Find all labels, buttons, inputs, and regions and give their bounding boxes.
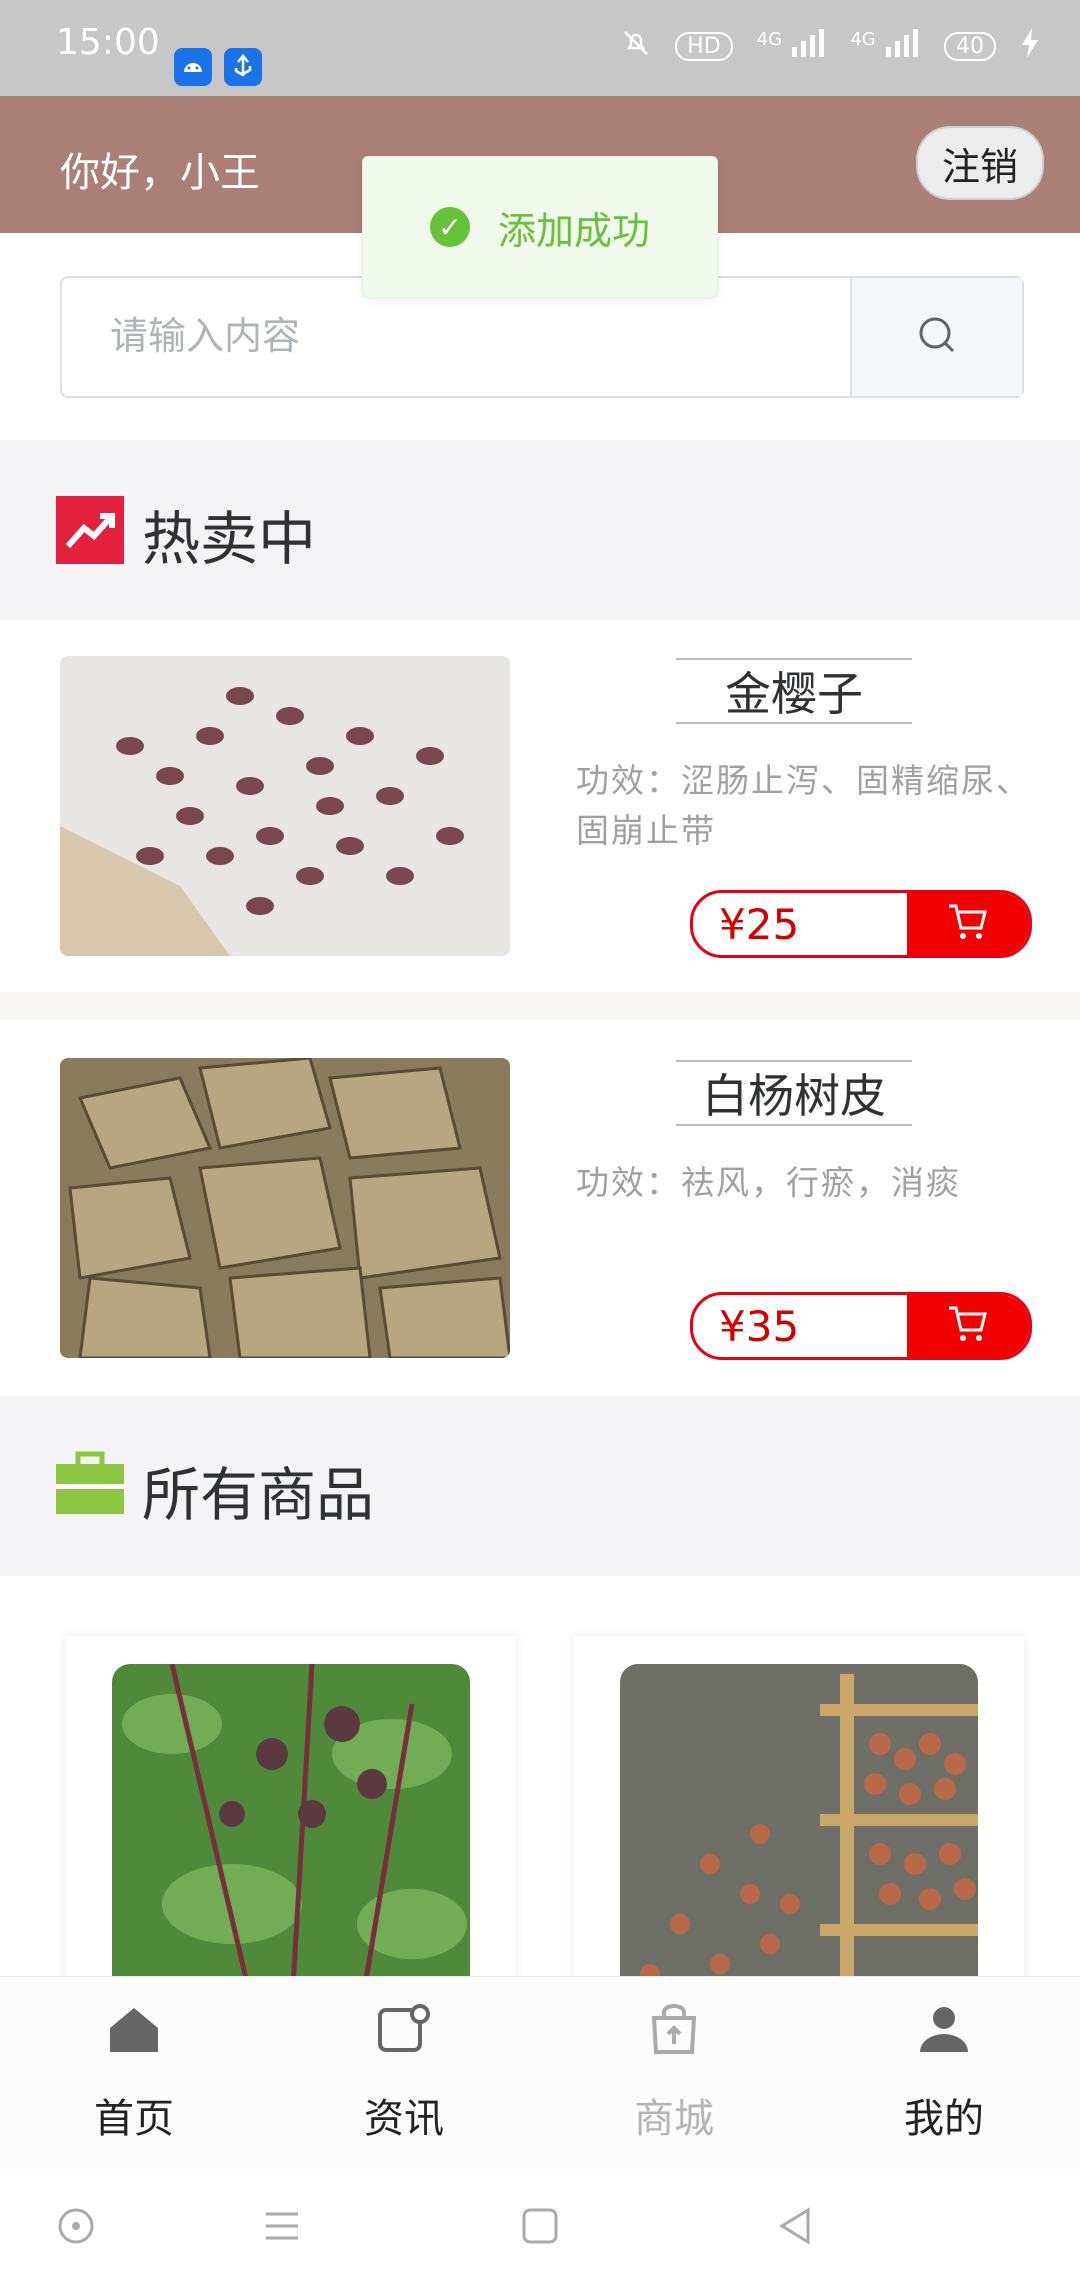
usb-icon: [224, 48, 262, 86]
nav-item-news[interactable]: 资讯: [284, 1990, 524, 2160]
nav-label: 首页: [94, 2096, 174, 2142]
shop-bag-icon: [646, 2004, 702, 2058]
signal-icon-2: 4G: [850, 29, 920, 64]
battery-indicator: 40: [944, 32, 996, 61]
check-circle-icon: ✓: [429, 207, 470, 247]
nav-item-home[interactable]: 首页: [14, 1990, 254, 2160]
success-toast: ✓ 添加成功: [362, 156, 718, 298]
product-image[interactable]: [60, 1058, 510, 1358]
product-description: 功效：涩肠止泻、固精缩尿、固崩止带: [576, 761, 1031, 850]
nav-label: 我的: [904, 2096, 984, 2142]
product-price: ¥35: [719, 1301, 800, 1351]
charging-icon: [1020, 28, 1040, 65]
nav-label: 资讯: [364, 2096, 444, 2142]
add-to-cart-button[interactable]: [907, 893, 1029, 955]
home-icon: [106, 2004, 162, 2058]
nav-item-me[interactable]: 我的: [824, 1990, 1064, 2160]
all-products-title: 所有商品: [142, 1461, 375, 1529]
status-icons: HD 4G 4G 40: [621, 28, 1040, 65]
product-description: 功效：祛风，行瘀，消痰: [576, 1163, 961, 1202]
cart-icon: [947, 902, 989, 946]
menu-button[interactable]: [252, 2196, 312, 2256]
assistant-button[interactable]: [46, 2196, 106, 2256]
logout-button[interactable]: 注销: [916, 126, 1044, 200]
android-icon: [174, 48, 212, 86]
network-type-1: 4G: [756, 29, 783, 50]
product-image[interactable]: [112, 1664, 470, 2004]
product-card[interactable]: [66, 1636, 516, 2006]
price-cart-group: ¥25: [690, 890, 1032, 958]
signal-icon-1: 4G: [757, 29, 827, 64]
greeting-text: 你好，小王: [60, 150, 260, 196]
trending-up-icon: [56, 496, 124, 564]
mute-icon: [621, 28, 651, 65]
network-type-2: 4G: [850, 29, 876, 50]
home-button[interactable]: [510, 2196, 570, 2256]
news-icon: [376, 2004, 432, 2058]
add-to-cart-button[interactable]: [907, 1295, 1029, 1357]
toast-message: 添加成功: [497, 208, 650, 253]
product-price: ¥25: [719, 899, 800, 949]
status-time: 15:00: [56, 22, 160, 63]
nav-item-shop[interactable]: 商城: [554, 1990, 794, 2160]
cart-icon: [947, 1304, 989, 1348]
product-card[interactable]: [574, 1636, 1024, 2006]
price-cart-group: ¥35: [690, 1292, 1032, 1360]
search-button[interactable]: [850, 278, 1022, 396]
row-divider: [0, 992, 1080, 1020]
user-icon: [916, 2004, 972, 2058]
search-icon: [915, 313, 959, 361]
back-button[interactable]: [766, 2196, 826, 2256]
product-image[interactable]: [60, 656, 510, 956]
briefcase-icon: [56, 1450, 124, 1518]
product-name: 白杨树皮: [676, 1060, 912, 1126]
product-image[interactable]: [620, 1664, 978, 2004]
nav-label: 商城: [634, 2096, 714, 2142]
hot-section-title: 热卖中: [142, 505, 317, 573]
hd-icon: HD: [675, 32, 733, 61]
product-name: 金樱子: [676, 658, 912, 724]
